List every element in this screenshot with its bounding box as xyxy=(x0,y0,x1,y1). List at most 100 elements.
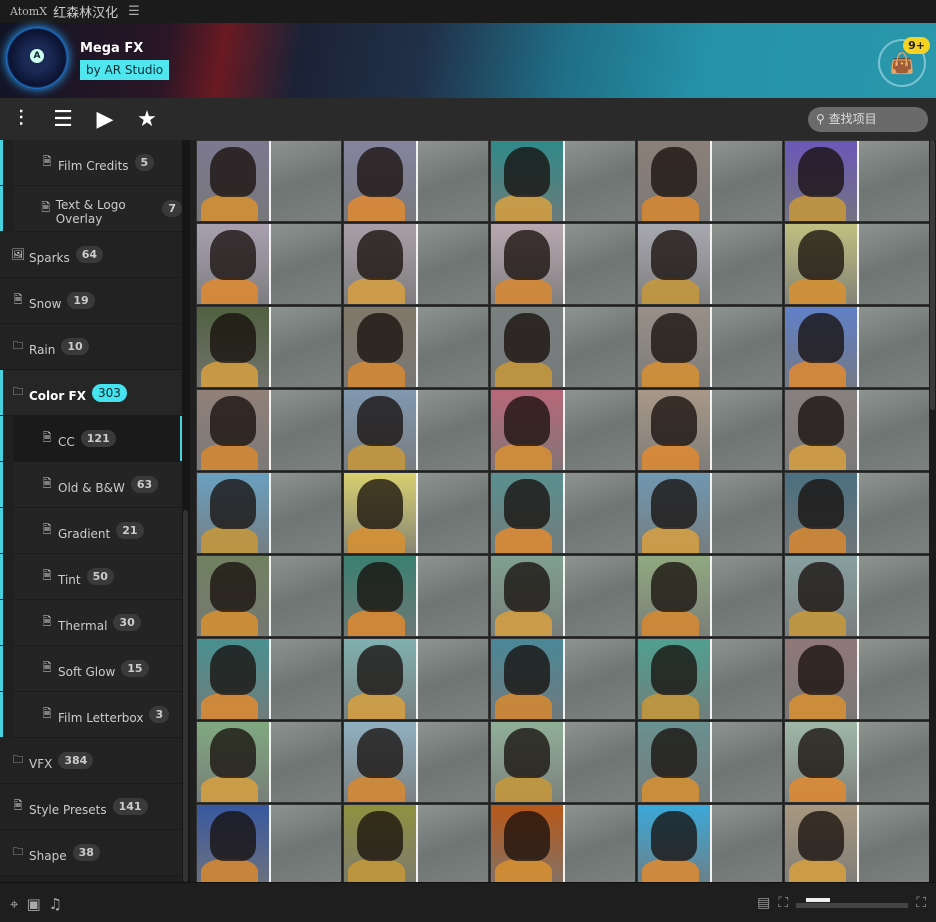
preset-thumbnail[interactable] xyxy=(196,140,342,222)
sidebar-item[interactable]: 🗎 CC 121 xyxy=(0,416,182,462)
preset-thumbnail[interactable] xyxy=(637,306,783,388)
preview-before xyxy=(491,141,563,221)
sidebar-item[interactable]: 🗎 Style Presets 141 xyxy=(0,784,182,830)
preset-thumbnail[interactable] xyxy=(490,721,636,803)
lock-icon[interactable]: ▤ xyxy=(757,895,770,911)
preset-thumbnail[interactable] xyxy=(343,638,489,720)
preset-thumbnail[interactable] xyxy=(784,472,929,554)
preset-thumbnail[interactable] xyxy=(637,638,783,720)
preview-after xyxy=(710,805,782,882)
preview-before xyxy=(785,307,857,387)
thumbnail-size-slider[interactable] xyxy=(796,897,909,908)
image-icon: 🖼 xyxy=(11,248,25,261)
preset-thumbnail[interactable] xyxy=(490,140,636,222)
pack-author[interactable]: by AR Studio xyxy=(80,60,170,80)
preview-before xyxy=(491,556,563,636)
preset-thumbnail[interactable] xyxy=(490,389,636,471)
preset-thumbnail[interactable] xyxy=(343,804,489,882)
list-view-icon[interactable]: ☰ xyxy=(51,107,75,132)
preset-thumbnail[interactable] xyxy=(490,638,636,720)
preset-thumbnail[interactable] xyxy=(343,555,489,637)
preset-thumbnail[interactable] xyxy=(784,223,929,305)
preview-before xyxy=(491,805,563,882)
preset-thumbnail[interactable] xyxy=(196,721,342,803)
preset-thumbnail[interactable] xyxy=(784,638,929,720)
sidebar-item[interactable]: 🗎 Tint 50 xyxy=(0,554,182,600)
sliders-icon[interactable]: ⫶ xyxy=(9,107,33,132)
preset-thumbnail[interactable] xyxy=(343,721,489,803)
preset-thumbnail[interactable] xyxy=(196,638,342,720)
preview-after xyxy=(416,722,488,802)
preset-thumbnail[interactable] xyxy=(784,555,929,637)
search-input[interactable]: ⚲ 查找项目 xyxy=(808,107,928,132)
sidebar-item[interactable]: 🗎 Film Credits 5 xyxy=(0,140,182,186)
preset-thumbnail[interactable] xyxy=(784,140,929,222)
preset-thumbnail[interactable] xyxy=(196,389,342,471)
sidebar-item-count: 64 xyxy=(75,246,104,263)
preview-after xyxy=(563,473,635,553)
sidebar-item[interactable]: 🗎 Old & B&W 63 xyxy=(0,462,182,508)
video-icon[interactable]: ▣ xyxy=(26,895,40,913)
preview-after xyxy=(416,473,488,553)
preset-thumbnail[interactable] xyxy=(343,389,489,471)
preset-thumbnail[interactable] xyxy=(343,306,489,388)
preview-before xyxy=(785,639,857,719)
sidebar-scrollbar[interactable] xyxy=(182,140,190,882)
sidebar-item-label: Sparks xyxy=(29,250,70,265)
preset-thumbnail[interactable] xyxy=(490,306,636,388)
sidebar-item[interactable]: 🖼 Sparks 64 xyxy=(0,232,182,278)
preset-thumbnail[interactable] xyxy=(490,223,636,305)
hamburger-icon[interactable]: ☰ xyxy=(128,4,140,19)
preset-thumbnail[interactable] xyxy=(637,140,783,222)
sidebar-item[interactable]: 🗀 VFX 384 xyxy=(0,738,182,784)
preset-thumbnail[interactable] xyxy=(196,555,342,637)
ae-file-icon: 🗎 xyxy=(42,661,52,674)
sidebar-scrollbar-thumb[interactable] xyxy=(183,510,188,882)
slider-knob[interactable] xyxy=(806,897,831,902)
cart-button[interactable]: 👜 9+ xyxy=(878,37,930,87)
preset-thumbnail[interactable] xyxy=(490,472,636,554)
fit-icon[interactable]: ⛶ xyxy=(778,895,788,911)
preset-thumbnail[interactable] xyxy=(343,140,489,222)
preset-thumbnail[interactable] xyxy=(784,389,929,471)
sidebar-item[interactable]: 🗀 Shape 38 xyxy=(0,830,182,876)
preset-thumbnail[interactable] xyxy=(196,804,342,882)
preview-after xyxy=(563,722,635,802)
preset-thumbnail[interactable] xyxy=(637,223,783,305)
sidebar-item[interactable]: 🗀 Color FX 303 xyxy=(0,370,182,416)
sidebar-item[interactable]: 🗎 Soft Glow 15 xyxy=(0,646,182,692)
doc-icon: 🗎 xyxy=(13,799,23,812)
preset-thumbnail[interactable] xyxy=(196,223,342,305)
preset-thumbnail[interactable] xyxy=(637,555,783,637)
preset-thumbnail[interactable] xyxy=(490,804,636,882)
star-icon[interactable]: ★ xyxy=(135,107,159,132)
music-icon[interactable]: ♫ xyxy=(49,895,62,913)
video-file-icon[interactable]: ▶ xyxy=(93,107,117,132)
sidebar-item[interactable]: 🗎 Text & Logo Overlay 7 xyxy=(0,186,182,232)
preset-thumbnail[interactable] xyxy=(343,472,489,554)
preset-thumbnail[interactable] xyxy=(637,804,783,882)
grid-scrollbar[interactable] xyxy=(929,140,936,882)
preset-thumbnail[interactable] xyxy=(196,472,342,554)
target-icon[interactable]: ⌖ xyxy=(10,895,18,913)
preset-thumbnail[interactable] xyxy=(490,555,636,637)
grid-scrollbar-thumb[interactable] xyxy=(930,140,935,410)
preset-thumbnail[interactable] xyxy=(637,721,783,803)
preset-thumbnail[interactable] xyxy=(784,721,929,803)
preset-thumbnail[interactable] xyxy=(343,223,489,305)
preset-thumbnail[interactable] xyxy=(637,472,783,554)
preview-before xyxy=(491,722,563,802)
sidebar-item[interactable]: 🗎 Film Letterbox 3 xyxy=(0,692,182,738)
sidebar-item[interactable]: 🗎 Thermal 30 xyxy=(0,600,182,646)
cart-badge: 9+ xyxy=(903,37,930,54)
preset-thumbnail[interactable] xyxy=(784,804,929,882)
sidebar-item[interactable]: 🗎 Gradient 21 xyxy=(0,508,182,554)
preview-after xyxy=(269,473,341,553)
preset-thumbnail[interactable] xyxy=(196,306,342,388)
fullscreen-icon[interactable]: ⛶ xyxy=(916,895,926,911)
sidebar-item[interactable]: 🗀 Rain 10 xyxy=(0,324,182,370)
preset-thumbnail[interactable] xyxy=(637,389,783,471)
preview-before xyxy=(491,390,563,470)
preset-thumbnail[interactable] xyxy=(784,306,929,388)
sidebar-item[interactable]: 🗎 Snow 19 xyxy=(0,278,182,324)
